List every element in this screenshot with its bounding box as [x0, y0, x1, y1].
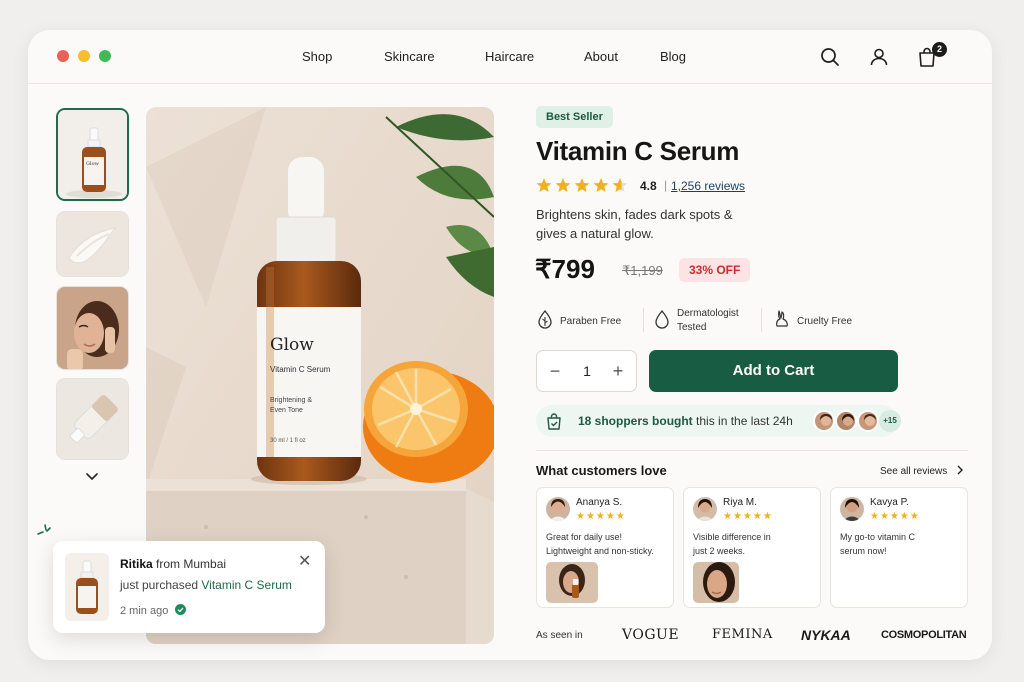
original-price: ₹1,199	[622, 263, 663, 278]
leaf-drop-icon	[538, 309, 552, 329]
review-card[interactable]: Riya M. ★★★★★ Visible difference in just …	[683, 487, 821, 608]
reviewer-name: Kavya P.	[870, 497, 909, 508]
rating-value: 4.8	[640, 179, 657, 193]
toast-product-image	[65, 553, 109, 621]
thumbnail-serum-texture[interactable]	[56, 211, 129, 277]
chevron-down-icon[interactable]	[85, 472, 99, 482]
review-card[interactable]: Kavya P. ★★★★★ My go-to vitamin Cserum n…	[830, 487, 968, 608]
window-minimize-dot[interactable]	[78, 50, 90, 62]
femina-logo: FEMINA	[712, 627, 773, 642]
reviewer-name: Ananya S.	[576, 497, 623, 508]
toast-buyer: Ritika from Mumbai	[120, 557, 227, 571]
nav-item-haircare[interactable]: Haircare	[485, 49, 534, 64]
feature-paraben-free: Paraben Free	[536, 306, 636, 336]
discount-badge: 33% OFF	[679, 258, 751, 282]
shopper-avatar	[835, 410, 857, 432]
search-icon[interactable]	[818, 45, 842, 69]
bottle-label-size: 30 ml / 1 fl oz	[270, 438, 306, 444]
window-maximize-dot[interactable]	[99, 50, 111, 62]
feature-divider	[761, 308, 762, 332]
nav-item-blog[interactable]: Blog	[660, 49, 686, 64]
vogue-logo: VOGUE	[622, 627, 680, 643]
feature-divider	[643, 308, 644, 332]
toast-message: just purchased Vitamin C Serum	[120, 578, 292, 592]
feature-cruelty-free: Cruelty Free	[773, 306, 883, 336]
review-text: Great for daily use! Lightweight and non-…	[546, 532, 654, 556]
social-proof-text: 18 shoppers bought this in the last 24h	[578, 414, 793, 428]
nav-item-shop[interactable]: Shop	[302, 49, 332, 64]
nav-item-about[interactable]: About	[584, 49, 618, 64]
thumbnail-bottle-front[interactable]: Glow	[56, 108, 129, 201]
recent-purchase-toast[interactable]: Ritika from Mumbai just purchased Vitami…	[53, 541, 325, 633]
thumbnail-model-applying[interactable]	[56, 286, 129, 370]
review-card[interactable]: Ananya S. ★★★★★ Great for daily use! Ligh…	[536, 487, 674, 608]
quantity-decrease-button[interactable]: −	[545, 361, 565, 381]
nav-item-skincare[interactable]: Skincare	[384, 49, 435, 64]
reviewer-avatar	[693, 497, 717, 521]
review-photo[interactable]	[693, 562, 739, 603]
shopping-bag-check-icon	[547, 413, 561, 430]
window-close-dot[interactable]	[57, 50, 69, 62]
shopper-avatar	[857, 410, 879, 432]
review-photo[interactable]	[546, 562, 598, 603]
feature-label-line2: Tested	[677, 322, 707, 333]
add-to-cart-button[interactable]: Add to Cart	[649, 350, 898, 392]
reviewer-name: Riya M.	[723, 497, 757, 508]
bottle-label-brand: Glow	[270, 335, 314, 355]
toast-time: 2 min ago	[120, 604, 187, 617]
review-text: Visible difference in just 2 weeks.	[693, 532, 771, 556]
feature-label: Paraben Free	[560, 316, 622, 327]
toast-close-button[interactable]: ✕	[298, 551, 311, 571]
reviews-heading: What customers love	[536, 463, 667, 478]
reviewer-avatar	[546, 497, 570, 521]
reviewer-avatar	[840, 497, 864, 521]
more-shoppers-count: +15	[879, 410, 901, 432]
chevron-right-icon	[957, 465, 964, 475]
see-all-reviews-link[interactable]: See all reviews	[880, 465, 964, 477]
feature-label-line1: Dermatologist	[677, 308, 739, 319]
user-icon[interactable]	[867, 45, 891, 69]
review-text: My go-to vitamin Cserum now!	[840, 532, 916, 556]
drop-icon	[655, 309, 669, 329]
review-stars: ★★★★★	[723, 511, 773, 522]
product-title: Vitamin C Serum	[536, 136, 740, 166]
top-navigation-bar: Shop Skincare Haircare About Blog 2	[28, 30, 992, 84]
rating-stars	[536, 178, 628, 192]
bottle-label-benefit-1: Brightening &	[270, 397, 312, 404]
product-description: Brightens skin, fades dark spots & gives…	[536, 207, 733, 241]
quantity-value[interactable]: 1	[577, 363, 597, 379]
bottle-label-benefit-2: Even Tone	[270, 407, 303, 414]
feature-dermatologist-tested: Dermatologist Tested	[653, 306, 763, 336]
product-price: ₹799	[535, 254, 595, 284]
thumbnail-bottle-lying[interactable]	[56, 378, 129, 460]
social-proof-banner: 18 shoppers bought this in the last 24h …	[536, 405, 901, 437]
reviews-link[interactable]: 1,256 reviews	[671, 179, 745, 193]
section-divider	[536, 450, 968, 451]
as-seen-in-label: As seen in	[536, 630, 583, 641]
feature-label: Cruelty Free	[797, 316, 853, 327]
thumb-bottle-brand: Glow	[86, 161, 100, 167]
nykaa-logo: NYKAA	[801, 627, 851, 643]
shopper-avatar	[813, 410, 835, 432]
review-stars: ★★★★★	[870, 511, 920, 522]
cosmopolitan-logo: COSMOPOLITAN	[881, 629, 967, 641]
verified-check-icon	[175, 604, 187, 615]
quantity-stepper: − 1 +	[536, 350, 637, 392]
cart-count-badge: 2	[932, 42, 947, 57]
quantity-increase-button[interactable]: +	[608, 361, 628, 381]
review-stars: ★★★★★	[576, 511, 626, 522]
best-seller-badge: Best Seller	[536, 106, 613, 128]
bottle-label-product: Vitamin C Serum	[270, 365, 331, 374]
rating-separator: |	[664, 178, 668, 192]
rabbit-icon	[776, 310, 788, 327]
see-all-reviews-label: See all reviews	[880, 466, 948, 477]
sparkle-icon	[37, 524, 51, 535]
